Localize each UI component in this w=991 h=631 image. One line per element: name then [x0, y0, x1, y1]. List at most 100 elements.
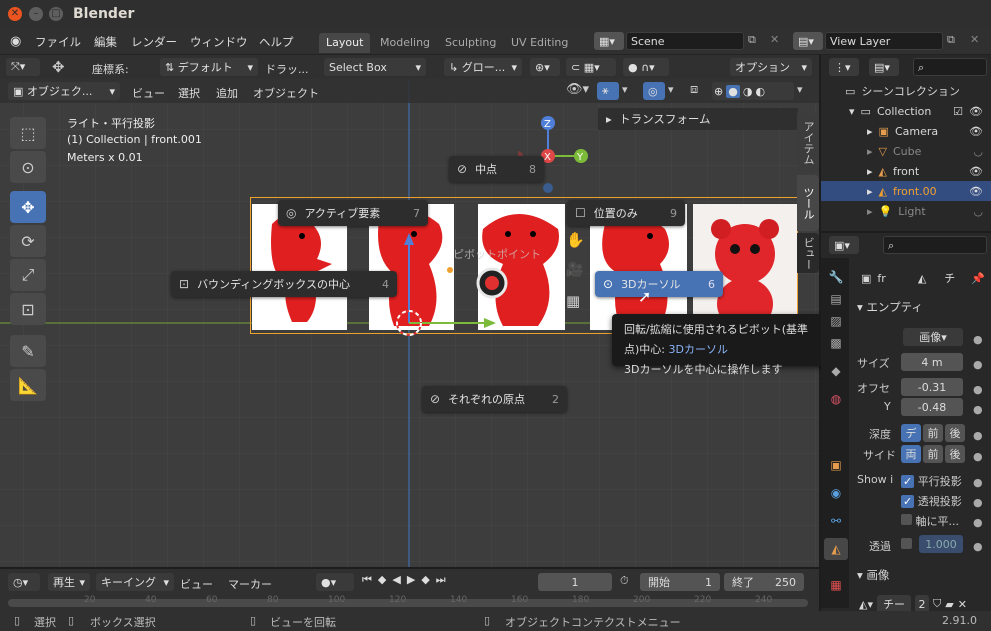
transform-orientation-dropdown[interactable]: ↳ グロー... ▾ — [444, 58, 522, 76]
view-layer-field[interactable]: View Layer — [825, 32, 943, 50]
new-view-layer-icon[interactable]: ⧉ — [947, 33, 955, 47]
mode-dropdown[interactable]: ▣ オブジェク... ▾ — [8, 82, 120, 100]
tab-layout[interactable]: Layout — [319, 33, 371, 53]
outliner-item-light[interactable]: ▸ 💡 Light ◡ — [821, 201, 991, 221]
tab-sculpting[interactable]: Sculpting — [438, 33, 503, 53]
minimize-window-button[interactable]: – — [29, 7, 43, 21]
side-front-button[interactable]: 前 — [923, 445, 943, 463]
offset-x-field[interactable]: -0.31 — [901, 378, 963, 396]
play-reverse-icon[interactable]: ◀ — [392, 573, 400, 587]
outliner-item-front[interactable]: ▸ ◭ front 👁 — [821, 161, 991, 181]
tab-modeling[interactable]: Modeling — [373, 33, 437, 53]
proportional-edit-icon[interactable]: ● ∩▾ — [623, 58, 669, 76]
scene-props-icon[interactable]: ◆ — [824, 360, 848, 382]
close-window-button[interactable]: ✕ — [8, 7, 22, 21]
transform-tool-icon[interactable]: ⊡ — [10, 293, 46, 325]
end-frame-field[interactable]: 終了 250 — [724, 573, 804, 591]
menu-render[interactable]: レンダー — [131, 34, 177, 50]
outliner-item-collection[interactable]: ▾ ▭ Collection ☑ 👁 — [821, 101, 991, 121]
pie-item-median-point[interactable]: ⊘ 中点 8 — [449, 156, 544, 182]
ortho-grid-icon[interactable]: ▦ — [566, 292, 580, 310]
annotate-tool-icon[interactable]: ✎ — [10, 335, 46, 367]
outliner-item-front-001[interactable]: ▸ ◭ front.00 👁 — [821, 181, 991, 201]
blender-logo-icon[interactable]: ◉ — [10, 34, 21, 49]
physics-props-icon[interactable]: ◉ — [824, 482, 848, 504]
depth-front-button[interactable]: 前 — [923, 424, 943, 442]
jump-start-icon[interactable]: ⏮ — [362, 573, 372, 587]
shading-modes[interactable]: ⊕ ● ◑ ◐ — [712, 82, 794, 100]
timeline-editor-icon[interactable]: ◷▾ — [8, 573, 40, 591]
pivot-point-icon[interactable]: ⊛▾ — [530, 58, 560, 76]
maximize-window-button[interactable]: □ — [49, 7, 63, 21]
options-dropdown[interactable]: オプション ▾ — [730, 58, 812, 76]
show-axis-checkbox[interactable]: 軸に平... — [901, 513, 959, 529]
pie-item-active-element[interactable]: ◎ アクティブ要素 7 — [278, 200, 428, 226]
outliner-item-cube[interactable]: ▸ ▽ Cube ◡ — [821, 141, 991, 161]
camera-view-icon[interactable]: 🎥 — [566, 262, 583, 278]
snap-icon[interactable]: ⊂ ▦▾ — [566, 58, 616, 76]
solid-shading-icon[interactable]: ● — [726, 84, 740, 98]
chevron-down-icon[interactable]: ▾ — [797, 83, 803, 96]
pie-item-bounding-box-center[interactable]: ⊡ バウンディングボックスの中心 4 — [171, 271, 397, 297]
object-props-icon[interactable]: ▣ — [824, 454, 848, 476]
timeline-view-menu[interactable]: ビュー — [180, 576, 213, 592]
chevron-down-icon[interactable]: ▾ — [668, 83, 674, 96]
rendered-shading-icon[interactable]: ◐ — [755, 85, 765, 98]
open-folder-icon[interactable]: ▰ — [945, 598, 953, 611]
transform-orientation-icon[interactable]: ⤧▾ — [6, 58, 40, 76]
properties-search-input[interactable]: ⌕ — [883, 236, 987, 254]
pan-hand-icon[interactable]: ✋ — [566, 231, 585, 249]
select-box-tool-icon[interactable]: ⬚ — [10, 117, 46, 149]
playback-dropdown[interactable]: 再生 ▾ — [48, 573, 90, 591]
scene-name-field[interactable]: Scene — [626, 32, 744, 50]
output-props-icon[interactable]: ▨ — [824, 310, 848, 332]
side-both-button[interactable]: 両 — [901, 445, 921, 463]
menu-window[interactable]: ウィンドウ — [190, 34, 248, 50]
scene-selector-icon[interactable]: ▦▾ — [594, 32, 624, 50]
tab-view[interactable]: ビュー — [797, 233, 819, 273]
navigation-gizmo[interactable]: Z X Y — [518, 110, 598, 200]
overlay-toggle-icon[interactable]: ◎ — [643, 82, 665, 100]
side-back-button[interactable]: 後 — [945, 445, 965, 463]
chevron-down-icon[interactable]: ▾ — [622, 83, 628, 96]
world-props-icon[interactable]: ◍ — [824, 388, 848, 410]
gizmo-toggle-icon[interactable]: ⚹ — [597, 82, 619, 100]
constraints-props-icon[interactable]: ⚯ — [824, 510, 848, 532]
delete-scene-icon[interactable]: ✕ — [770, 33, 779, 46]
scale-tool-icon[interactable]: ⤢ — [10, 259, 46, 291]
record-icon[interactable]: ●▾ — [316, 573, 354, 591]
tab-item[interactable]: アイテム — [797, 113, 819, 173]
view-layer-props-icon[interactable]: ▩ — [824, 332, 848, 354]
coord-system-dropdown[interactable]: ⇅ デフォルト ▾ — [160, 58, 258, 76]
measure-tool-icon[interactable]: 📐 — [10, 369, 46, 401]
cursor-tool-icon[interactable]: ⊙ — [10, 151, 46, 183]
menu-object[interactable]: オブジェクト — [253, 85, 319, 101]
eye-icon[interactable]: 👁 — [969, 125, 983, 138]
eye-icon[interactable]: 👁 — [969, 105, 983, 118]
depth-default-button[interactable]: デ — [901, 424, 921, 442]
eye-icon[interactable]: 👁 — [969, 185, 983, 198]
display-type-dropdown[interactable]: 画像 ▾ — [903, 328, 963, 346]
data-props-icon[interactable]: ◭ — [824, 538, 848, 560]
tab-uv-editing[interactable]: UV Editing — [504, 33, 575, 53]
render-props-icon[interactable]: ▤ — [824, 288, 848, 310]
pin-icon[interactable]: 📌 — [971, 272, 985, 285]
close-icon[interactable]: ✕ — [958, 598, 967, 611]
pie-item-location-only[interactable]: ☐ 位置のみ 9 — [567, 200, 685, 226]
pie-item-3d-cursor[interactable]: ⊙ 3Dカーソル 6 — [595, 271, 723, 297]
depth-back-button[interactable]: 後 — [945, 424, 965, 442]
eye-closed-icon[interactable]: ◡ — [973, 145, 983, 158]
outliner-item-camera[interactable]: ▸ ▣ Camera 👁 — [821, 121, 991, 141]
editor-type-icon[interactable]: ▣▾ — [829, 236, 859, 254]
new-scene-icon[interactable]: ⧉ — [748, 33, 756, 47]
scene-collection-row[interactable]: ▭ シーンコレクション — [821, 81, 991, 101]
outliner-search-input[interactable]: ⌕ — [913, 58, 987, 76]
transform-panel-header[interactable]: ▸ トランスフォーム — [598, 108, 798, 130]
current-frame-field[interactable]: 1 — [538, 573, 612, 591]
wireframe-shading-icon[interactable]: ⊕ — [714, 85, 723, 98]
show-perspective-checkbox[interactable]: ✓ 透視投影 — [901, 493, 962, 509]
transparency-field[interactable]: 1.000 — [919, 535, 963, 553]
move-tool-icon[interactable]: ✥ — [52, 58, 65, 76]
menu-view[interactable]: ビュー — [132, 85, 165, 101]
rotate-tool-icon[interactable]: ⟳ — [10, 225, 46, 257]
